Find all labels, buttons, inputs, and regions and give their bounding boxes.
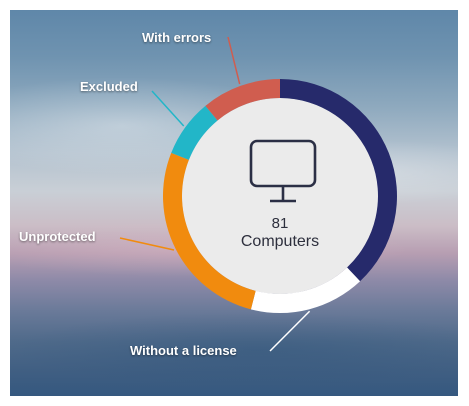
donut-center-disc (182, 98, 378, 294)
computer-count: 81 (271, 215, 289, 232)
computer-count-label: Computers (240, 233, 320, 250)
legend-label-unprotected: Unprotected (19, 229, 96, 244)
leader-line-without-license (269, 310, 311, 352)
legend-label-without-license: Without a license (130, 343, 237, 358)
legend-label-excluded: Excluded (80, 79, 138, 94)
leader-line-with-errors (227, 36, 241, 85)
leader-line-excluded (151, 90, 185, 127)
legend-label-with-errors: With errors (142, 30, 212, 45)
